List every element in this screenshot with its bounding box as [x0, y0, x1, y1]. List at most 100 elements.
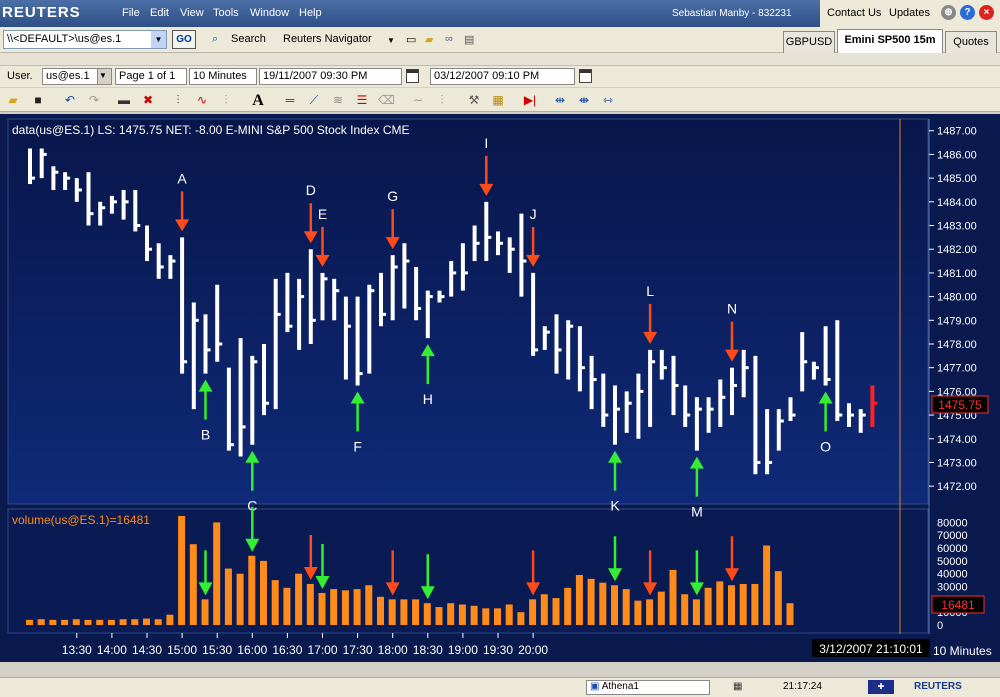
zoom-in-icon[interactable]: ⇹ — [552, 92, 568, 108]
end-calendar-icon[interactable] — [579, 69, 592, 83]
tab-gbpusd[interactable]: GBPUSD — [783, 31, 835, 53]
channel-tool-icon[interactable]: ☰ — [354, 92, 370, 108]
close-icon[interactable]: × — [979, 5, 994, 20]
text-tool-icon[interactable]: A — [250, 92, 266, 109]
annotation-label: A — [177, 170, 187, 186]
annotation-label: E — [318, 206, 327, 222]
time-tick-label: 14:00 — [97, 643, 127, 657]
last-volume-label: 16481 — [941, 598, 975, 612]
reuters-navigator-button[interactable]: Reuters Navigator — [283, 33, 372, 45]
tab-emini-sp500[interactable]: Emini SP500 15m — [837, 29, 943, 53]
user-label: Sebastian Manby - 832231 — [672, 8, 792, 19]
indicator-icon[interactable]: ⫶ — [434, 92, 450, 108]
fit-icon[interactable]: ⇿ — [600, 92, 616, 108]
zoom-icon[interactable]: ⊕ — [941, 5, 956, 20]
time-tick-label: 19:30 — [483, 643, 513, 657]
window-selector[interactable]: ▣ Athena1 — [586, 680, 710, 695]
grid-icon[interactable]: ▦ — [490, 92, 506, 108]
annotation-label: K — [610, 498, 620, 514]
volume-tick-label: 0 — [937, 620, 943, 632]
volume-tick-label: 40000 — [937, 569, 968, 581]
annotation-label: B — [201, 427, 210, 443]
time-tick-label: 14:30 — [132, 643, 162, 657]
volume-tick-label: 80000 — [937, 517, 968, 529]
line-chart-icon[interactable]: ∿ — [194, 92, 210, 108]
study-icon[interactable]: ∼ — [410, 92, 426, 108]
new-page-icon[interactable]: ▭ — [406, 33, 416, 46]
bar-chart-icon[interactable]: ⫶ — [170, 92, 186, 108]
menu-window[interactable]: Window — [250, 7, 289, 19]
redo-icon[interactable]: ↷ — [86, 92, 102, 108]
time-tick-label: 17:30 — [343, 643, 373, 657]
undo-icon[interactable]: ↶ — [62, 92, 78, 108]
volume-tick-label: 70000 — [937, 530, 968, 542]
menu-tools[interactable]: Tools — [213, 7, 239, 19]
volume-bar — [587, 578, 595, 625]
candle-chart-icon[interactable]: ⫶ — [218, 92, 234, 108]
eraser-icon[interactable]: ⌫ — [378, 92, 395, 108]
go-button[interactable]: GO — [172, 30, 196, 49]
volume-bar — [330, 589, 338, 625]
search-button[interactable]: Search — [231, 33, 266, 45]
time-tick-label: 16:30 — [272, 643, 302, 657]
layout-icon[interactable]: ▦ — [733, 681, 742, 692]
chart-panel[interactable]: data(us@ES.1) LS: 1475.75 NET: -8.00 E-M… — [0, 114, 1000, 662]
volume-bar — [131, 619, 139, 625]
volume-tick-label: 60000 — [937, 543, 968, 555]
price-tick-label: 1474.00 — [937, 434, 977, 446]
menu-help[interactable]: Help — [299, 7, 322, 19]
fibonacci-icon[interactable]: ≋ — [330, 92, 346, 108]
volume-bar — [306, 583, 314, 625]
delete-chart-icon[interactable]: ✖ — [140, 92, 156, 108]
menu-edit[interactable]: Edit — [150, 7, 169, 19]
print-icon[interactable]: ▤ — [464, 33, 474, 46]
interval-field[interactable]: 10 Minutes — [189, 68, 257, 85]
tools-icon[interactable]: ⚒ — [466, 92, 482, 108]
volume-bar — [564, 587, 572, 625]
status-bar: ▣ Athena1 ▦ 21:17:24 ✚ REUTERS — [0, 677, 1000, 697]
trendline-tool-icon[interactable]: ⟋ — [306, 92, 322, 108]
volume-bar — [505, 604, 513, 625]
navigator-dropdown-icon[interactable]: ▼ — [387, 36, 395, 45]
scroll-end-icon[interactable]: ▶| — [522, 92, 538, 108]
chevron-down-icon[interactable]: ▼ — [151, 31, 166, 48]
price-tick-label: 1472.00 — [937, 481, 977, 493]
save-icon[interactable]: ■ — [30, 92, 46, 108]
end-date-field[interactable]: 03/12/2007 09:10 PM — [430, 68, 575, 85]
ric-dropdown-icon[interactable]: ▼ — [97, 68, 112, 85]
price-chart-svg[interactable]: data(us@ES.1) LS: 1475.75 NET: -8.00 E-M… — [0, 114, 1000, 662]
annotation-label: H — [423, 391, 433, 407]
volume-chart-title: volume(us@ES.1)=16481 — [12, 513, 150, 527]
last-price-label: 1475.75 — [938, 398, 982, 412]
volume-bar — [107, 619, 115, 625]
time-tick-label: 19:00 — [448, 643, 478, 657]
contact-us-link[interactable]: Contact Us — [827, 7, 881, 19]
search-icon[interactable]: ⌕ — [212, 33, 218, 46]
menu-file[interactable]: File — [122, 7, 140, 19]
volume-tick-label: 50000 — [937, 556, 968, 568]
menu-view[interactable]: View — [180, 7, 204, 19]
start-date-field[interactable]: 19/11/2007 09:30 PM — [259, 68, 402, 85]
chart-tools-bar: ▰ ■ ↶ ↷ ▬ ✖ ⫶ ∿ ⫶ A ═ ⟋ ≋ ☰ ⌫ ∼ ⫶ ⚒ ▦ ▶|… — [0, 88, 1000, 112]
cursor-time-label: 3/12/2007 21:10:01 — [819, 642, 923, 656]
reuters-logo: REUTERS — [2, 4, 81, 21]
updates-link[interactable]: Updates — [889, 7, 930, 19]
volume-bar — [470, 605, 478, 625]
open-folder-icon[interactable]: ▰ — [425, 33, 433, 46]
address-field[interactable]: \\<DEFAULT>\us@es.1 ▼ — [3, 30, 167, 49]
help-icon[interactable]: ? — [960, 5, 975, 20]
hline-tool-icon[interactable]: ═ — [282, 92, 298, 108]
link-icon[interactable]: ∞ — [445, 33, 453, 45]
tab-quotes[interactable]: Quotes — [945, 31, 997, 53]
volume-bar — [213, 522, 221, 625]
chart-type-icon[interactable]: ▬ — [116, 92, 132, 108]
volume-bar — [96, 619, 104, 625]
uk-flag-icon: ✚ — [868, 680, 894, 694]
open-icon[interactable]: ▰ — [5, 92, 21, 108]
volume-bar — [119, 619, 127, 625]
volume-bar — [423, 603, 431, 625]
page-indicator: Page 1 of 1 — [115, 68, 187, 85]
start-calendar-icon[interactable] — [406, 69, 419, 83]
volume-bar — [763, 545, 771, 625]
zoom-out-icon[interactable]: ⇼ — [576, 92, 592, 108]
